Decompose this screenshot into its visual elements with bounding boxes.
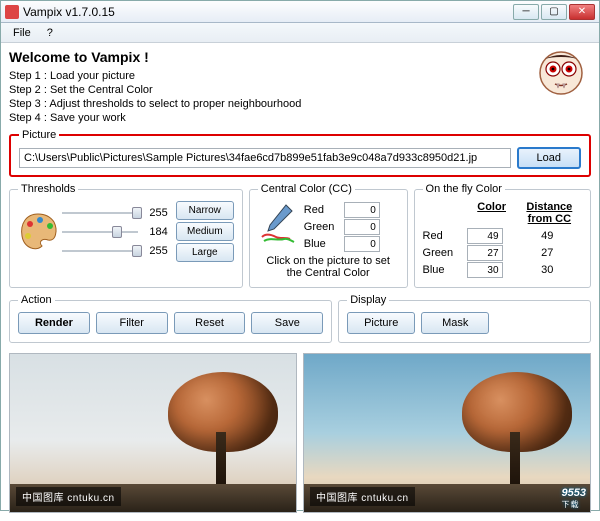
close-button[interactable]: ✕	[569, 4, 595, 20]
reset-button[interactable]: Reset	[174, 312, 246, 334]
action-legend: Action	[18, 294, 55, 306]
minimize-button[interactable]: ─	[513, 4, 539, 20]
threshold-slider-1[interactable]	[62, 205, 138, 221]
cc-green-value[interactable]	[344, 219, 380, 235]
eyedropper-icon	[258, 201, 296, 245]
cc-hint: Click on the picture to set the Central …	[258, 255, 399, 279]
otf-blue-value[interactable]	[467, 262, 503, 278]
titlebar: Vampix v1.7.0.15 ─ ▢ ✕	[1, 1, 599, 23]
on-the-fly-legend: On the fly Color	[423, 183, 505, 195]
picture-legend: Picture	[19, 129, 59, 141]
threshold-value-2: 184	[144, 226, 168, 238]
otf-red-dist: 49	[513, 230, 582, 242]
otf-col-color: Color	[467, 201, 517, 225]
otf-blue-label: Blue	[423, 264, 467, 276]
otf-green-value[interactable]	[467, 245, 503, 261]
watermark-left: 中国图库 cntuku.cn	[16, 487, 121, 506]
otf-red-label: Red	[423, 230, 467, 242]
preview-left[interactable]: 中国图库 cntuku.cn	[9, 353, 297, 513]
otf-col-dist: Distance from CC	[517, 201, 582, 225]
preview-right[interactable]: 中国图库 cntuku.cn 9553下载	[303, 353, 591, 513]
step-1: Step 1 : Load your picture	[9, 69, 301, 83]
threshold-slider-3[interactable]	[62, 243, 138, 259]
menu-file[interactable]: File	[5, 25, 39, 41]
action-group: Action Render Filter Reset Save	[9, 294, 332, 343]
display-legend: Display	[347, 294, 389, 306]
welcome-heading: Welcome to Vampix !	[9, 49, 301, 65]
site-logo: 9553下载	[562, 483, 586, 510]
threshold-value-1: 255	[144, 207, 168, 219]
save-button[interactable]: Save	[251, 312, 323, 334]
medium-button[interactable]: Medium	[176, 222, 234, 241]
otf-green-label: Green	[423, 247, 467, 259]
palette-icon	[18, 210, 58, 254]
central-color-group: Central Color (CC) Red Green Blue Click …	[249, 183, 408, 288]
welcome-block: Welcome to Vampix ! Step 1 : Load your p…	[9, 49, 301, 125]
cc-red-label: Red	[304, 204, 340, 216]
threshold-slider-2[interactable]	[62, 224, 138, 240]
on-the-fly-group: On the fly Color Color Distance from CC …	[414, 183, 591, 288]
picture-path-input[interactable]	[19, 148, 511, 168]
filter-button[interactable]: Filter	[96, 312, 168, 334]
otf-blue-dist: 30	[513, 264, 582, 276]
window-title: Vampix v1.7.0.15	[23, 5, 513, 19]
large-button[interactable]: Large	[176, 243, 234, 262]
step-2: Step 2 : Set the Central Color	[9, 83, 301, 97]
mask-button[interactable]: Mask	[421, 312, 489, 334]
app-icon	[5, 5, 19, 19]
watermark-right: 中国图库 cntuku.cn	[310, 487, 415, 506]
otf-red-value[interactable]	[467, 228, 503, 244]
picture-button[interactable]: Picture	[347, 312, 415, 334]
display-group: Display Picture Mask	[338, 294, 591, 343]
threshold-value-3: 255	[144, 245, 168, 257]
cc-green-label: Green	[304, 221, 340, 233]
cc-blue-value[interactable]	[344, 236, 380, 252]
step-4: Step 4 : Save your work	[9, 111, 301, 125]
thresholds-group: Thresholds 255 184	[9, 183, 243, 288]
vampire-icon	[537, 49, 585, 97]
menubar: File ?	[1, 23, 599, 43]
step-3: Step 3 : Adjust thresholds to select to …	[9, 97, 301, 111]
central-color-legend: Central Color (CC)	[258, 183, 355, 195]
picture-group: Picture Load	[9, 129, 591, 177]
otf-green-dist: 27	[513, 247, 582, 259]
menu-help[interactable]: ?	[39, 25, 61, 41]
cc-red-value[interactable]	[344, 202, 380, 218]
cc-blue-label: Blue	[304, 238, 340, 250]
render-button[interactable]: Render	[18, 312, 90, 334]
maximize-button[interactable]: ▢	[541, 4, 567, 20]
narrow-button[interactable]: Narrow	[176, 201, 234, 220]
thresholds-legend: Thresholds	[18, 183, 78, 195]
load-button[interactable]: Load	[517, 147, 581, 169]
